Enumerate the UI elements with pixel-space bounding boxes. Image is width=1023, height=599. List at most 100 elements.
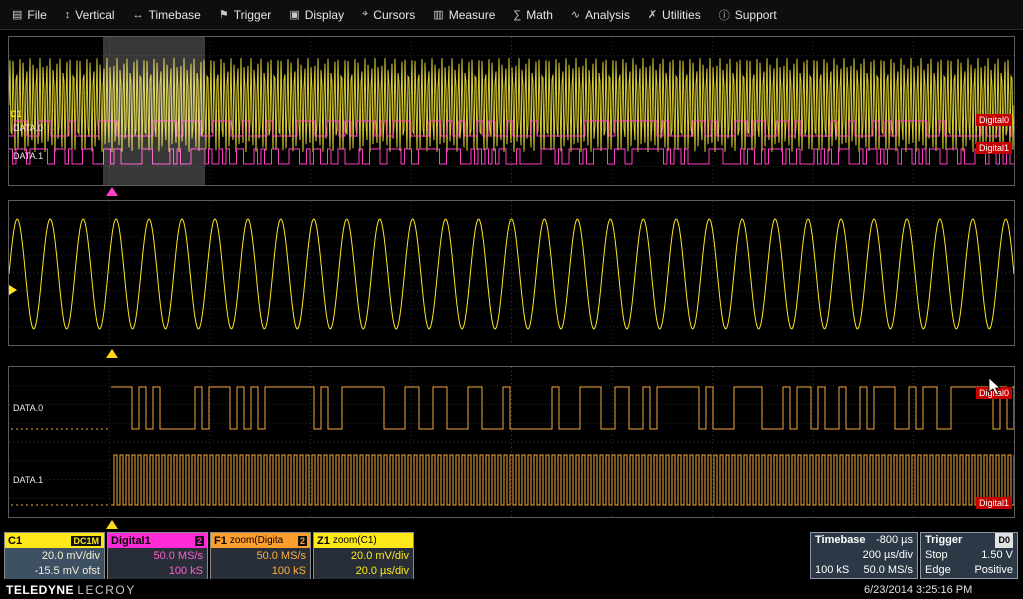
info-icon: ⓘ (718, 9, 730, 22)
timebase-offset: -800 µs (876, 534, 913, 546)
menu-utilities[interactable]: ✗ Utilities (648, 8, 701, 22)
file-icon: ▤ (12, 9, 23, 21)
menu-trigger[interactable]: ⚑ Trigger (219, 8, 271, 22)
f1-count-badge: 2 (297, 535, 307, 546)
coupling-badge: DC1M (71, 535, 101, 546)
f1-digital-zoom-grid[interactable]: DATA.0 DATA.1 Digital0 Digital1 (8, 366, 1015, 518)
zoom-data0-label: DATA.0 (13, 403, 44, 413)
horizontal-arrows-icon: ↔ (132, 8, 144, 21)
z1-zoom-waveform[interactable] (9, 201, 1014, 345)
f1-zoom-position-marker[interactable] (106, 520, 118, 529)
timebase-record-length: 100 kS (815, 564, 850, 576)
crosshair-icon: ⌖ (362, 8, 369, 20)
menu-measure[interactable]: ▥ Measure (433, 8, 495, 22)
descriptor-f1-title: F1 (214, 534, 227, 547)
c1-vertical-scale: 20.0 mV/div (41, 550, 100, 562)
menu-trigger-label: Trigger (233, 7, 272, 22)
timebase-scale-row: 200 µs/div (811, 548, 917, 563)
descriptor-c1-header: C1 DC1M (5, 533, 104, 548)
c1-offset-marker[interactable]: C1 (10, 109, 22, 119)
menu-support[interactable]: ⓘ Support (719, 7, 777, 23)
menu-math[interactable]: ∑ Math (513, 8, 553, 22)
menu-vertical-label: Vertical (75, 7, 115, 22)
menu-cursors-label: Cursors (373, 7, 416, 22)
menu-display-label: Display (304, 7, 345, 22)
digital1-record-length: 100 kS (168, 565, 203, 577)
teledyne-lecroy-logo: TELEDYNE LECROY (6, 583, 136, 597)
descriptor-c1-body: 20.0 mV/div -15.5 mV ofst (5, 548, 104, 579)
menu-measure-label: Measure (448, 7, 496, 22)
math-sigma-icon: ∑ (513, 8, 522, 21)
status-bar: TELEDYNE LECROY 6/23/2014 3:25:16 PM (0, 582, 1023, 599)
timebase-sample-rate: 50.0 MS/s (863, 564, 913, 576)
menu-timebase-label: Timebase (148, 7, 201, 22)
z1-zoom-grid[interactable] (8, 200, 1015, 346)
vertical-arrows-icon: ↕ (64, 8, 71, 21)
descriptor-digital1-body: 50.0 MS/s 100 kS (108, 548, 207, 579)
timebase-descriptor[interactable]: Timebase -800 µs 200 µs/div 100 kS 50.0 … (810, 532, 918, 579)
measure-icon: ▥ (433, 9, 444, 21)
descriptor-z1-body: 20.0 mV/div 20.0 µs/div (314, 548, 413, 579)
digital1-sample-rate: 50.0 MS/s (153, 550, 203, 562)
menu-display[interactable]: ▣ Display (289, 8, 344, 22)
menu-math-label: Math (526, 7, 553, 22)
menu-support-label: Support (734, 7, 777, 22)
f1-sample-rate: 50.0 MS/s (256, 550, 306, 562)
digital0-badge: Digital0 (975, 114, 1012, 126)
descriptor-z1-header: Z1 zoom(C1) (314, 533, 413, 548)
descriptor-c1-title: C1 (8, 534, 23, 547)
menu-cursors[interactable]: ⌖ Cursors (362, 8, 415, 22)
trigger-level: 1.50 V (981, 549, 1013, 561)
descriptor-digital1-title: Digital1 (111, 534, 151, 547)
display-icon: ▣ (289, 9, 300, 21)
timebase-sampling-row: 100 kS 50.0 MS/s (811, 563, 917, 578)
menu-utilities-label: Utilities (662, 7, 701, 22)
f1-digital-zoom-waveforms[interactable] (9, 367, 1014, 517)
z1-vertical-scale: 20.0 mV/div (350, 550, 409, 562)
menu-vertical[interactable]: ↕ Vertical (65, 8, 115, 22)
brand-lecroy: LECROY (77, 583, 136, 597)
menu-analysis-label: Analysis (585, 7, 630, 22)
trigger-position-marker[interactable] (106, 187, 118, 196)
menu-file-label: File (27, 7, 47, 22)
mixed-signal-waveforms[interactable] (9, 37, 1014, 185)
trigger-flag-icon: ⚑ (218, 9, 229, 21)
mouse-cursor (988, 377, 1004, 402)
mixed-signal-grid[interactable]: C1 DATA.0 DATA.1 Digital0 Digital1 (8, 36, 1015, 186)
tools-icon: ✗ (647, 9, 658, 21)
datetime-display: 6/23/2014 3:25:16 PM (864, 584, 973, 596)
data1-label: DATA.1 (13, 151, 44, 161)
z1-zoom-position-marker[interactable] (106, 349, 118, 358)
descriptor-c1[interactable]: C1 DC1M 20.0 mV/div -15.5 mV ofst (4, 532, 105, 579)
timebase-header-row: Timebase -800 µs (811, 533, 917, 548)
descriptor-f1[interactable]: F1 zoom(Digita 2 50.0 MS/s 100 kS (210, 532, 311, 579)
z1-time-scale: 20.0 µs/div (355, 565, 409, 577)
descriptor-f1-function: zoom(Digita (229, 535, 284, 546)
menu-timebase[interactable]: ↔ Timebase (133, 8, 201, 22)
descriptor-digital1-header: Digital1 2 (108, 533, 207, 548)
descriptor-f1-header: F1 zoom(Digita 2 (211, 533, 310, 548)
f1-record-length: 100 kS (271, 565, 306, 577)
waveform-icon: ∿ (570, 9, 581, 21)
menu-analysis[interactable]: ∿ Analysis (571, 8, 630, 22)
c1-offset: -15.5 mV ofst (34, 565, 100, 577)
descriptor-digital1[interactable]: Digital1 2 50.0 MS/s 100 kS (107, 532, 208, 579)
trigger-descriptor[interactable]: Trigger D0 Stop 1.50 V Edge Positive (920, 532, 1018, 579)
z1-offset-marker[interactable] (9, 285, 17, 295)
trigger-title: Trigger (925, 534, 963, 546)
trigger-header-row: Trigger D0 (921, 533, 1017, 548)
trigger-type: Edge (925, 564, 951, 576)
trigger-slope: Positive (974, 564, 1013, 576)
menu-file[interactable]: ▤ File (12, 8, 47, 22)
brand-teledyne: TELEDYNE (6, 583, 75, 597)
trigger-mode: Stop (925, 549, 948, 561)
menu-bar: ▤ File ↕ Vertical ↔ Timebase ⚑ Trigger ▣… (0, 0, 1023, 30)
trigger-type-row: Edge Positive (921, 563, 1017, 578)
descriptor-f1-body: 50.0 MS/s 100 kS (211, 548, 310, 579)
timebase-title: Timebase (815, 534, 866, 546)
descriptor-z1-title: Z1 (317, 534, 330, 547)
timebase-scale: 200 µs/div (862, 549, 913, 561)
descriptor-z1[interactable]: Z1 zoom(C1) 20.0 mV/div 20.0 µs/div (313, 532, 414, 579)
zoom-digital1-badge: Digital1 (975, 497, 1012, 509)
digital1-count-badge: 2 (194, 535, 204, 546)
